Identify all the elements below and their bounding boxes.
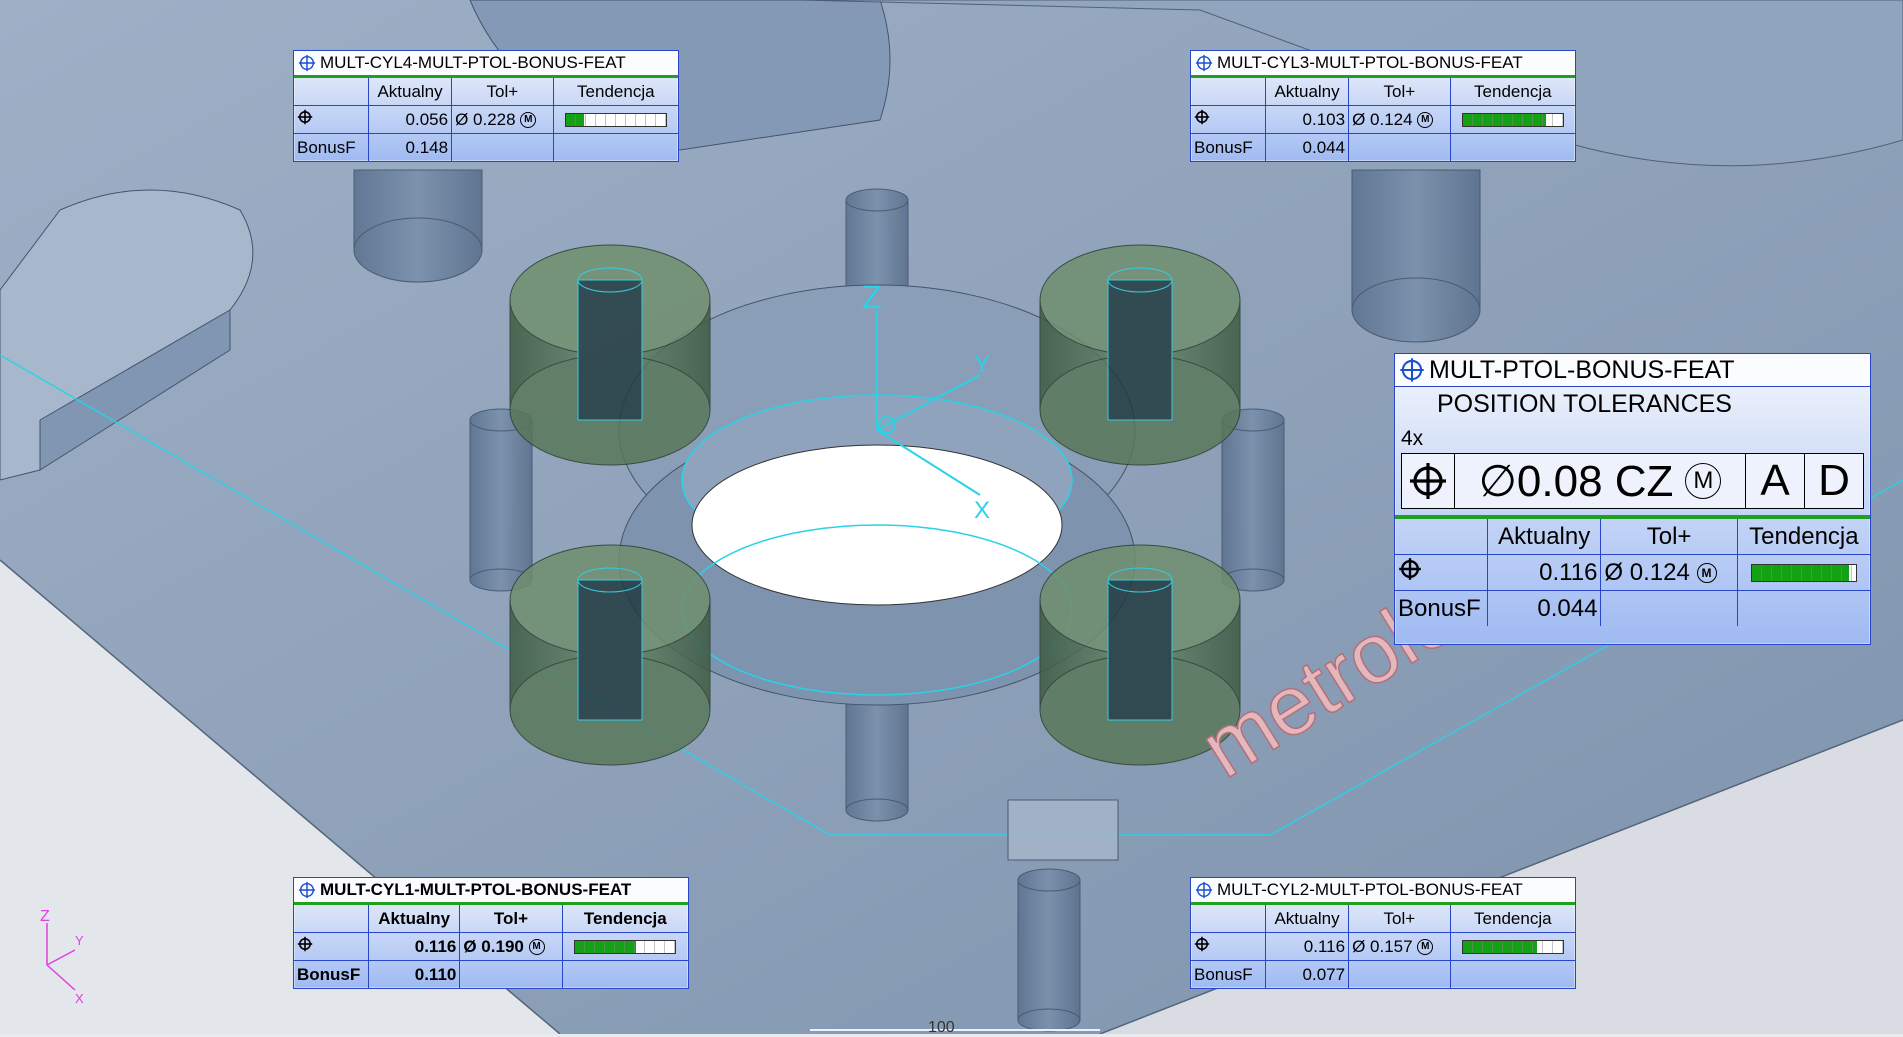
trend-bar [1461,940,1564,955]
bonus-value: 0.148 [367,133,452,161]
bonus-value: 0.077 [1264,960,1349,988]
header-actual: Aktualny [367,905,460,933]
header-trend: Tendencja [1449,78,1575,106]
mmc-modifier-icon: M [1417,939,1434,956]
mini-axis-z: Z [40,908,50,925]
header-actual: Aktualny [1264,78,1349,106]
mmc-modifier-icon: M [528,939,545,956]
tolerance-cell: Ø 0.124 M [1600,554,1738,591]
mmc-modifier-icon: M [1696,563,1717,584]
position-symbol-icon [297,936,313,952]
actual-value: 0.103 [1264,105,1349,134]
position-symbol-icon [1399,558,1421,580]
header-tol: Tol+ [1348,78,1451,106]
bonus-value: 0.044 [1486,590,1601,626]
tolerance-cell: Ø 0.190 M [459,932,563,961]
mmc-modifier-icon: M [520,112,537,129]
bonus-value: 0.044 [1264,133,1349,161]
trend-bar [564,113,667,128]
main-title: MULT-PTOL-BONUS-FEAT [1429,355,1735,384]
header-tol: Tol+ [451,78,554,106]
actual-value: 0.116 [1264,932,1349,961]
fcf-tolerance: ∅0.08 CZ [1478,456,1674,506]
header-trend: Tendencja [561,905,688,933]
header-trend: Tendencja [1736,517,1870,555]
label-cyl1[interactable]: MULT-CYL1-MULT-PTOL-BONUS-FEAT Aktualny T… [293,877,689,989]
bonus-label: BonusF [1191,960,1266,988]
bonus-label: BonusF [1191,133,1266,161]
mini-axis-x: X [75,991,84,1005]
header-trend: Tendencja [552,78,678,106]
position-tolerance-icon [298,54,316,72]
label-title: MULT-CYL1-MULT-PTOL-BONUS-FEAT [320,880,632,899]
tolerance-cell: Ø 0.124 M [1348,105,1451,134]
fcf-datum-a: A [1745,454,1804,508]
position-tolerance-icon [1400,358,1424,382]
mmc-modifier-icon: M [1685,463,1722,499]
bonus-label: BonusF [1395,590,1488,626]
header-trend: Tendencja [1449,905,1575,933]
bonus-value: 0.110 [367,960,460,988]
header-actual: Aktualny [1264,905,1349,933]
actual-value: 0.116 [367,932,460,961]
actual-value: 0.056 [367,105,452,134]
main-subtitle: POSITION TOLERANCES [1437,390,1732,418]
header-tol: Tol+ [459,905,563,933]
header-actual: Aktualny [367,78,452,106]
bonus-label: BonusF [294,960,369,988]
position-symbol-icon [1410,463,1446,499]
trend-bar [1461,113,1564,128]
mini-axis-y: Y [75,933,84,948]
position-symbol-icon [1194,936,1210,952]
scale-label: 100 [928,1019,955,1036]
position-tolerance-icon [1195,54,1213,72]
label-main-feature[interactable]: MULT-PTOL-BONUS-FEAT POSITION TOLERANCES… [1394,353,1871,645]
bonus-label: BonusF [294,133,369,161]
tolerance-cell: Ø 0.228 M [451,105,554,134]
trend-bar [574,940,677,955]
axis-y-label: Y [974,351,990,378]
feature-control-frame: ∅0.08 CZ M A D [1401,453,1864,509]
position-symbol-icon [297,109,313,125]
header-tol: Tol+ [1348,905,1451,933]
axis-z-label: Z [862,279,882,315]
tolerance-cell: Ø 0.157 M [1348,932,1451,961]
label-cyl2[interactable]: MULT-CYL2-MULT-PTOL-BONUS-FEAT Aktualny T… [1190,877,1576,989]
label-title: MULT-CYL4-MULT-PTOL-BONUS-FEAT [320,53,626,72]
position-tolerance-icon [298,881,316,899]
label-cyl3[interactable]: MULT-CYL3-MULT-PTOL-BONUS-FEAT Aktualny T… [1190,50,1576,162]
trend-bar [1750,564,1857,583]
axis-x-label: X [974,497,990,524]
mmc-modifier-icon: M [1417,112,1434,129]
position-tolerance-icon [1195,881,1213,899]
label-title: MULT-CYL3-MULT-PTOL-BONUS-FEAT [1217,53,1523,72]
label-title: MULT-CYL2-MULT-PTOL-BONUS-FEAT [1217,880,1523,899]
header-tol: Tol+ [1600,517,1738,555]
orientation-triad: Z Y X [40,908,84,1005]
label-cyl4[interactable]: MULT-CYL4-MULT-PTOL-BONUS-FEAT Aktualny T… [293,50,679,162]
fcf-datum-d: D [1804,454,1863,508]
position-symbol-icon [1194,109,1210,125]
feature-count: 4x [1401,427,1424,450]
actual-value: 0.116 [1486,554,1601,591]
header-actual: Aktualny [1486,517,1601,555]
